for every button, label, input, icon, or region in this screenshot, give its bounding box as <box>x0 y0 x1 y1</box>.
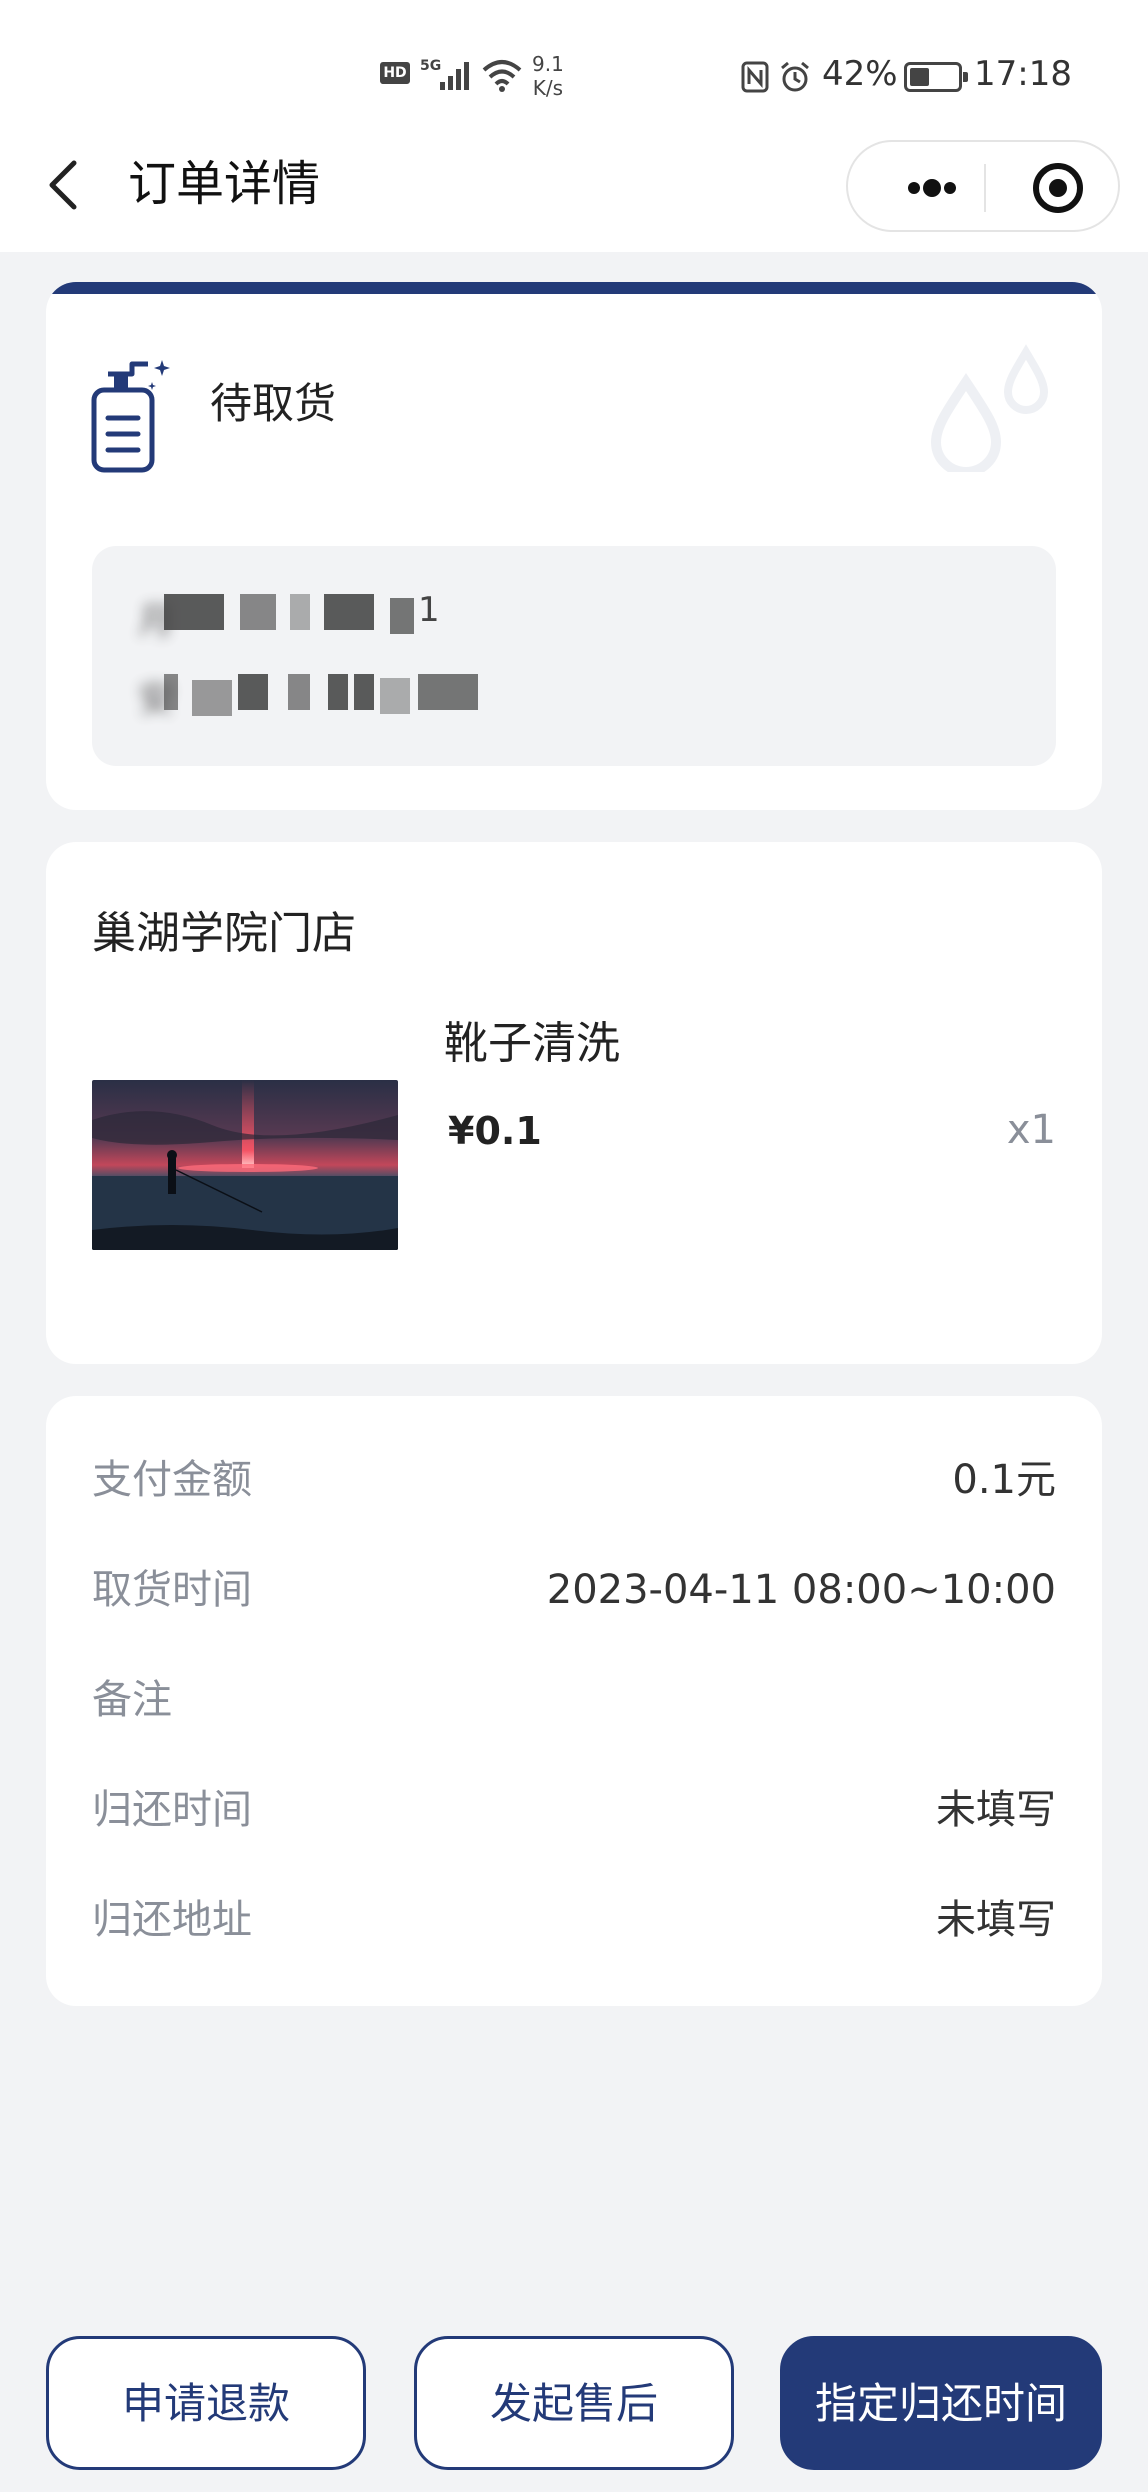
redaction-block <box>328 674 348 710</box>
network-type-label: 5G <box>420 58 441 74</box>
store-card: 巢湖学院门店 靴子清洗 ¥0.1 x1 <box>46 842 1102 1364</box>
top-bar: HD 5G 9.1 K/s 42% 17:18 订单详情 <box>0 0 1148 252</box>
redaction-block <box>238 674 268 710</box>
info-row-payment: 支付金额 0.1元 <box>92 1450 1056 1510</box>
redaction-block <box>290 594 310 630</box>
product-name: 靴子清洗 <box>444 1018 620 1069</box>
return-time-value: 未填写 <box>936 1787 1056 1833</box>
set-return-time-button[interactable]: 指定归还时间 <box>780 2336 1102 2470</box>
info-row-return-time: 归还时间 未填写 <box>92 1780 1056 1840</box>
nfc-icon <box>741 61 769 93</box>
battery-icon <box>904 62 968 92</box>
payment-amount-value: 0.1元 <box>952 1457 1056 1503</box>
chevron-left-icon <box>49 160 77 210</box>
battery-level-fill <box>910 68 929 86</box>
page-title: 订单详情 <box>128 156 321 212</box>
capsule-divider <box>984 164 986 212</box>
redaction-block <box>354 674 374 710</box>
return-address-label: 归还地址 <box>92 1897 252 1943</box>
pickup-address-box: 月 1 安 <box>92 546 1056 766</box>
product-thumbnail[interactable] <box>92 1080 398 1250</box>
store-name: 巢湖学院门店 <box>92 908 356 959</box>
battery-percent: 42% <box>822 54 898 94</box>
redaction-block <box>164 594 224 630</box>
return-address-value: 未填写 <box>936 1897 1056 1943</box>
hd-badge: HD <box>380 62 410 84</box>
pickup-time-value: 2023-04-11 08:00~10:00 <box>546 1567 1056 1613</box>
more-dots-icon <box>908 179 956 197</box>
alarm-icon <box>781 61 809 92</box>
info-row-remark: 备注 <box>92 1670 1056 1730</box>
network-speed-value: 9.1 <box>532 52 564 76</box>
more-button[interactable] <box>886 168 976 208</box>
product-price: ¥0.1 <box>448 1109 542 1153</box>
order-status-card: 待取货 月 1 安 <box>46 282 1102 810</box>
cellular-signal-icon: 5G <box>420 58 469 90</box>
close-miniprogram-button[interactable] <box>1032 162 1084 214</box>
target-icon <box>1033 163 1083 213</box>
product-quantity: x1 <box>1006 1107 1056 1153</box>
status-time: 17:18 <box>974 54 1072 94</box>
info-row-pickup-time: 取货时间 2023-04-11 08:00~10:00 <box>92 1560 1056 1620</box>
redaction-block <box>192 680 232 716</box>
info-row-return-address: 归还地址 未填写 <box>92 1890 1056 1950</box>
status-accent-bar <box>46 282 1102 294</box>
back-button[interactable] <box>40 155 90 215</box>
redaction-block <box>324 594 374 630</box>
wifi-icon <box>482 60 522 92</box>
remark-label: 备注 <box>92 1677 172 1723</box>
redaction-block <box>288 674 310 710</box>
address-line-1-tail: 1 <box>418 590 440 630</box>
water-drops-icon <box>930 344 1049 472</box>
miniprogram-capsule <box>846 140 1120 232</box>
redaction-block <box>418 674 478 710</box>
soap-bottle-icon <box>91 360 170 473</box>
redaction-block <box>390 598 414 634</box>
after-sale-button[interactable]: 发起售后 <box>414 2336 734 2470</box>
order-status-label: 待取货 <box>210 379 337 428</box>
redaction-block <box>240 594 276 630</box>
redaction-block <box>380 678 410 714</box>
order-info-card: 支付金额 0.1元 取货时间 2023-04-11 08:00~10:00 备注… <box>46 1396 1102 2006</box>
return-time-label: 归还时间 <box>92 1787 252 1833</box>
network-speed-unit: K/s <box>532 76 564 100</box>
pickup-time-label: 取货时间 <box>92 1567 252 1613</box>
network-speed: 9.1 K/s <box>532 52 564 100</box>
request-refund-button[interactable]: 申请退款 <box>46 2336 366 2470</box>
payment-amount-label: 支付金额 <box>92 1457 252 1503</box>
redaction-block <box>164 674 178 710</box>
